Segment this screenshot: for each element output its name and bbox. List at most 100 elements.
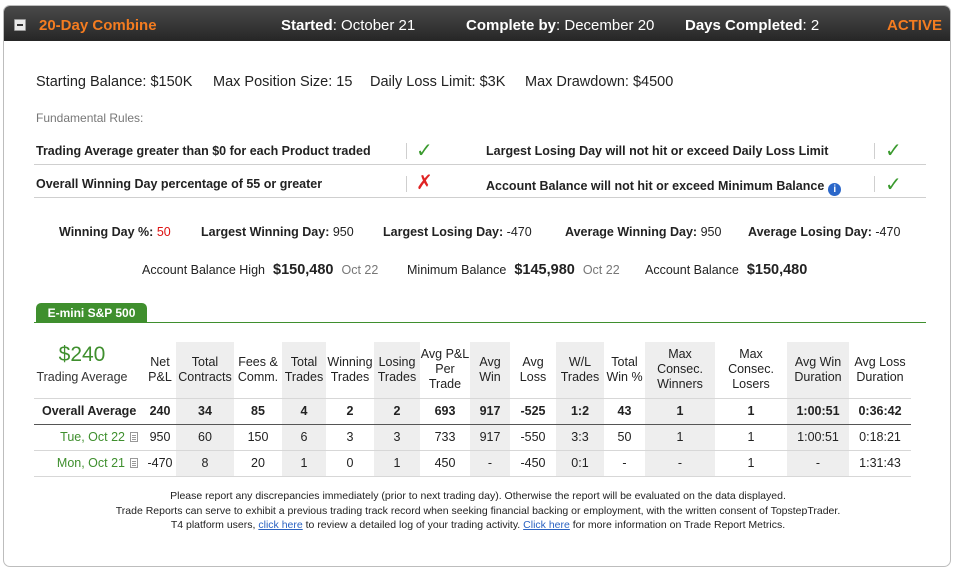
column-header: Avg P&L Per Trade	[420, 342, 470, 399]
column-header: Avg Loss	[510, 342, 556, 399]
starting-balance: Starting Balance: $150K	[36, 74, 193, 90]
status-badge: ACTIVE	[886, 17, 942, 34]
complete-by-info: Complete by: December 20	[466, 17, 655, 34]
table-cell: -550	[510, 424, 556, 451]
click-here-metrics-link[interactable]: Click here	[523, 519, 570, 531]
footer-line: Please report any discrepancies immediat…	[170, 490, 786, 502]
table-cell: 0	[326, 450, 374, 477]
largest-losing-day: Largest Losing Day: -470	[383, 225, 532, 239]
column-header: Total Contracts	[176, 342, 234, 399]
column-header: Avg Win Duration	[787, 342, 849, 399]
table-cell: 1	[715, 424, 787, 451]
table-cell: -	[470, 450, 510, 477]
rule-text-with-info: Account Balance will not hit or exceed M…	[486, 179, 842, 196]
table-cell: -	[604, 450, 645, 477]
row-label: Overall Average	[34, 398, 144, 425]
cross-icon: ✗	[416, 172, 433, 194]
max-position-size: Max Position Size: 15	[213, 74, 353, 90]
check-icon: ✓	[885, 140, 902, 162]
column-header: Avg Loss Duration	[849, 342, 911, 399]
date-link[interactable]: Mon, Oct 21	[57, 456, 125, 470]
rule-text: Overall Winning Day percentage of 55 or …	[36, 177, 323, 191]
table-cell: 733	[420, 424, 470, 451]
account-balance: Account Balance $150,480	[645, 262, 808, 278]
table-cell: 1:00:51	[787, 398, 849, 425]
combine-card: 20-Day Combine Started: October 21 Compl…	[3, 5, 951, 567]
footer-line: T4 platform users, click here to review …	[170, 519, 786, 531]
trading-average-label: Trading Average	[36, 370, 128, 384]
column-header: Max Consec. Losers	[715, 342, 787, 399]
table-cell: 1	[282, 450, 326, 477]
column-header: W/L Trades	[556, 342, 604, 399]
table-row-day: Mon, Oct 21 -470 8 20 1 0 1 450 - -450 0…	[34, 450, 911, 477]
table-cell: 1	[715, 398, 787, 425]
table-cell: 3	[326, 424, 374, 451]
minimum-balance: Minimum Balance $145,980 Oct 22	[407, 262, 620, 278]
table-cell: -450	[510, 450, 556, 477]
table-cell: 3	[374, 424, 420, 451]
table-cell: 917	[470, 424, 510, 451]
rule-text: Trading Average greater than $0 for each…	[36, 144, 371, 158]
rule-text: Largest Losing Day will not hit or excee…	[486, 144, 829, 158]
tab-emini-sp500[interactable]: E-mini S&P 500	[36, 303, 147, 323]
column-header: Winning Trades	[326, 342, 374, 399]
max-drawdown: Max Drawdown: $4500	[525, 74, 674, 90]
column-header: Max Consec. Winners	[645, 342, 715, 399]
table-cell: 1:31:43	[849, 450, 911, 477]
table-cell: 693	[420, 398, 470, 425]
click-here-log-link[interactable]: click here	[258, 519, 302, 531]
row-label-date: Tue, Oct 22	[34, 424, 144, 451]
table-cell: 0:1	[556, 450, 604, 477]
rules-row-2: Overall Winning Day percentage of 55 or …	[34, 168, 926, 198]
check-icon: ✓	[885, 174, 902, 196]
table-cell: 3:3	[556, 424, 604, 451]
table-cell: 85	[234, 398, 282, 425]
table-cell: 0:18:21	[849, 424, 911, 451]
average-winning-day: Average Winning Day: 950	[565, 225, 722, 239]
table-cell: 50	[604, 424, 645, 451]
info-icon[interactable]: i	[828, 183, 842, 196]
check-icon: ✓	[416, 140, 433, 162]
document-icon[interactable]	[130, 458, 138, 468]
document-icon[interactable]	[130, 432, 138, 442]
started-info: Started: October 21	[281, 17, 416, 34]
combine-title: 20-Day Combine	[39, 17, 157, 34]
table-cell: 1:00:51	[787, 424, 849, 451]
table-cell: 1	[715, 450, 787, 477]
report-footer: Please report any discrepancies immediat…	[4, 489, 950, 533]
column-header: Net P&L	[144, 342, 176, 399]
rules-row-1: Trading Average greater than $0 for each…	[34, 135, 926, 165]
table-cell: 450	[420, 450, 470, 477]
table-row-overall-average: Overall Average 240 34 85 4 2 2 693 917 …	[34, 398, 911, 425]
trading-average-block: $240 Trading Average	[32, 343, 132, 384]
account-balance-high: Account Balance High $150,480 Oct 22	[142, 262, 379, 278]
collapse-icon[interactable]	[14, 19, 26, 31]
days-completed-info: Days Completed: 2	[685, 17, 820, 34]
trade-metrics-table: Net P&L Total Contracts Fees & Comm. Tot…	[34, 342, 911, 477]
table-cell: 1	[645, 424, 715, 451]
table-cell: 60	[176, 424, 234, 451]
table-cell: -525	[510, 398, 556, 425]
table-cell: -	[645, 450, 715, 477]
table-cell: 950	[144, 424, 176, 451]
row-label-date: Mon, Oct 21	[34, 450, 144, 477]
table-cell: 6	[282, 424, 326, 451]
table-cell: 8	[176, 450, 234, 477]
table-header-row: Net P&L Total Contracts Fees & Comm. Tot…	[34, 342, 911, 399]
table-cell: 1:2	[556, 398, 604, 425]
table-cell: 2	[326, 398, 374, 425]
table-cell: -470	[144, 450, 176, 477]
table-cell: 20	[234, 450, 282, 477]
column-header: Losing Trades	[374, 342, 420, 399]
table-cell: 43	[604, 398, 645, 425]
trading-average-amount: $240	[58, 343, 106, 366]
winning-day-pct: Winning Day %: 50	[59, 225, 171, 239]
table-cell: 0:36:42	[849, 398, 911, 425]
date-link[interactable]: Tue, Oct 22	[60, 430, 125, 444]
footer-line: Trade Reports can serve to exhibit a pre…	[115, 504, 841, 517]
column-header: Total Trades	[282, 342, 326, 399]
average-losing-day: Average Losing Day: -470	[748, 225, 901, 239]
column-header: Avg Win	[470, 342, 510, 399]
column-header: Total Win %	[604, 342, 645, 399]
table-cell: -	[787, 450, 849, 477]
